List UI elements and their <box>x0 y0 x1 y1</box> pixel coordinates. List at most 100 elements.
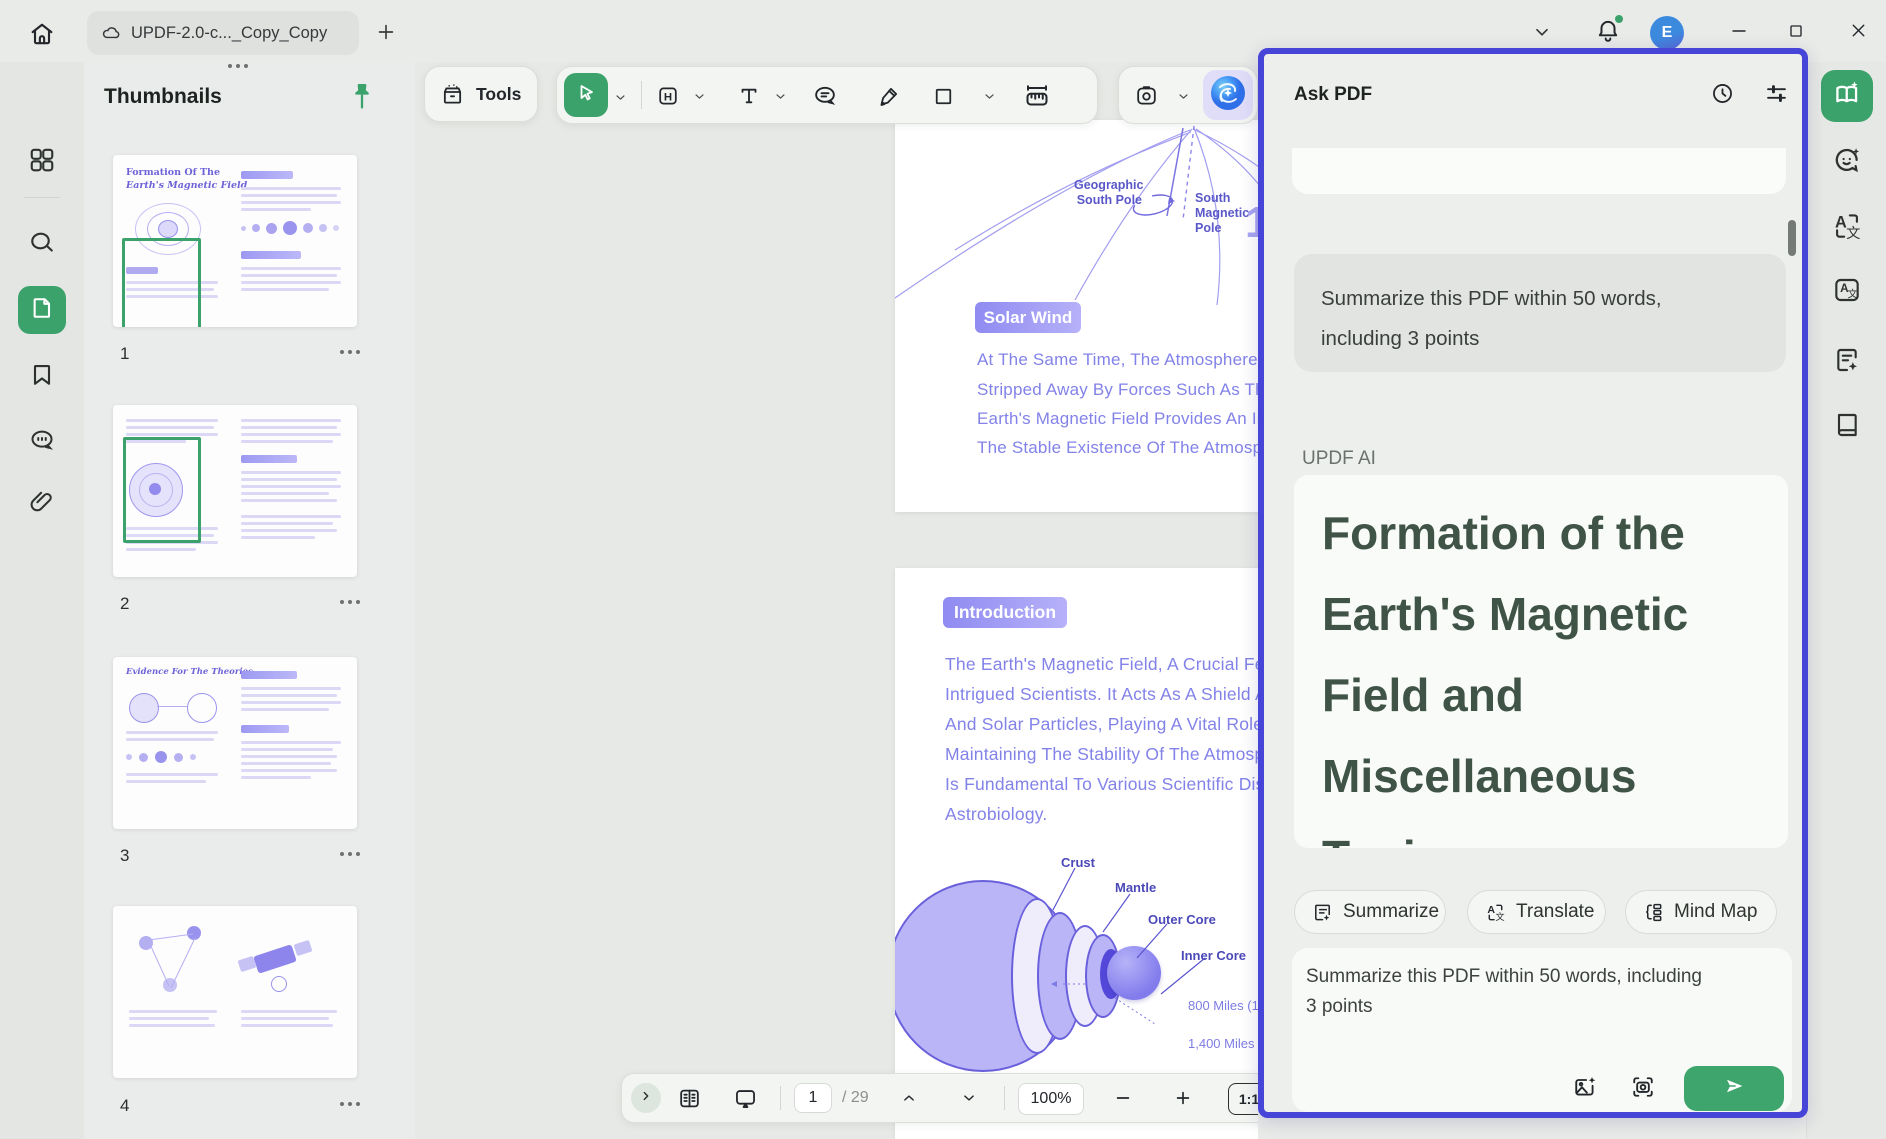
dictionary-rail-button[interactable] <box>1827 407 1867 447</box>
home-button[interactable] <box>24 18 60 54</box>
send-button[interactable] <box>1684 1066 1784 1111</box>
user-message-line: Summarize this PDF within 50 words, <box>1321 279 1786 319</box>
page1-text-line: Earth's Magnetic Field Provides An Indis… <box>977 409 1258 429</box>
new-tab-button[interactable] <box>372 20 400 48</box>
ai-response-line: Earth's Magnetic <box>1322 574 1788 655</box>
zoom-level-value[interactable]: 100% <box>1018 1083 1084 1115</box>
thumbnail-page-4[interactable] <box>113 906 357 1078</box>
bookmarks-rail-button[interactable] <box>24 359 60 395</box>
notifications-button[interactable] <box>1592 16 1624 50</box>
attachments-rail-button[interactable] <box>24 486 60 522</box>
doc-sparkle-icon <box>1831 344 1863 381</box>
ai-settings-button[interactable] <box>1760 80 1792 112</box>
pdf-page-1[interactable]: Geographic South Pole South Magnetic Pol… <box>895 120 1258 512</box>
summarize-chip-label: Summarize <box>1343 901 1439 923</box>
text-tool-button[interactable] <box>735 82 763 110</box>
translate-chip[interactable]: A 文 Translate <box>1467 890 1606 934</box>
next-page-button[interactable] <box>956 1087 982 1109</box>
attach-image-button[interactable] <box>1568 1074 1602 1104</box>
select-tool-button[interactable] <box>564 73 608 117</box>
grid-icon <box>27 145 57 180</box>
close-button[interactable] <box>1843 18 1873 48</box>
thumb3-title: Evidence For The Theories <box>126 667 253 677</box>
thumbnails-rail-button[interactable] <box>18 286 66 334</box>
screenshot-tool-button[interactable] <box>1131 81 1161 109</box>
summarize-rail-button[interactable] <box>1827 342 1867 382</box>
updf-window: UPDF-2.0-c..._Copy_Copy E <box>0 0 1886 1139</box>
select-tool-dropdown[interactable] <box>610 87 630 107</box>
ai-response-line: Field and <box>1322 655 1788 736</box>
screenshot-to-chat-button[interactable] <box>1626 1074 1660 1104</box>
shape-tool-button[interactable] <box>929 82 957 110</box>
presentation-button[interactable] <box>730 1084 760 1112</box>
comment-tool-button[interactable] <box>810 82 840 110</box>
minimize-icon <box>1728 20 1750 47</box>
zoom-in-button[interactable] <box>1170 1087 1196 1109</box>
cursor-icon <box>574 81 598 110</box>
thumbnail-page-1[interactable]: Formation Of The Earth's Magnetic Field <box>113 155 357 327</box>
search-icon <box>27 228 57 263</box>
chat-input-box[interactable]: Summarize this PDF within 50 words, incl… <box>1292 948 1792 1112</box>
comments-rail-button[interactable] <box>24 424 60 460</box>
page-navigation-bar: / 29 100% 1:1 <box>621 1073 1258 1123</box>
page-2-menu-button[interactable] <box>340 600 360 604</box>
pin-icon <box>348 80 376 117</box>
measure-tool-button[interactable] <box>1021 80 1053 112</box>
page-4-menu-button[interactable] <box>340 1102 360 1106</box>
user-message-bubble: Summarize this PDF within 50 words, incl… <box>1294 254 1786 372</box>
mind-map-chip[interactable]: Mind Map <box>1625 890 1777 934</box>
svg-text:A: A <box>1487 903 1495 915</box>
maximize-button[interactable] <box>1781 18 1811 48</box>
rail-divider <box>24 197 60 198</box>
translate-page-rail-button[interactable]: A 文 <box>1827 272 1867 312</box>
pin-panel-button[interactable] <box>346 80 378 116</box>
pen-tool-button[interactable] <box>873 82 903 110</box>
ai-assistant-button[interactable] <box>1203 70 1253 120</box>
svg-text:文: 文 <box>1496 911 1505 923</box>
paperclip-icon <box>27 487 57 522</box>
pdf-page-2[interactable]: Introduction The Earth's Magnetic Field,… <box>895 568 1258 1139</box>
page-1-menu-button[interactable] <box>340 350 360 354</box>
translate-rail-button[interactable]: A 文 <box>1827 208 1867 248</box>
bookmark-icon <box>27 360 57 395</box>
account-avatar[interactable]: E <box>1650 16 1684 50</box>
close-icon <box>1848 20 1869 46</box>
page-3-menu-button[interactable] <box>340 852 360 856</box>
minimize-button[interactable] <box>1724 18 1754 48</box>
ask-pdf-rail-button[interactable] <box>1821 70 1873 122</box>
text-tool-dropdown[interactable] <box>771 87 789 105</box>
tools-icon <box>439 81 466 108</box>
history-button[interactable] <box>1706 80 1738 112</box>
page-layout-button[interactable] <box>674 1084 704 1112</box>
thumbnails-panel: Thumbnails Formation Of The Earth's Magn… <box>84 62 416 1139</box>
thumbnails-panel-title: Thumbnails <box>104 85 222 109</box>
collapse-tabs-button[interactable] <box>1528 20 1556 48</box>
summarize-chip[interactable]: Summarize <box>1294 890 1446 934</box>
thumbnail-page-3[interactable]: Evidence For The Theories <box>113 657 357 829</box>
chat-scrollbar[interactable] <box>1788 220 1796 256</box>
shape-tool-dropdown[interactable] <box>980 87 998 105</box>
tools-button[interactable]: Tools <box>424 66 538 122</box>
tab-title: UPDF-2.0-c..._Copy_Copy <box>131 24 327 43</box>
previous-page-button[interactable] <box>896 1087 922 1109</box>
screenshot-dropdown[interactable] <box>1174 87 1192 105</box>
page-number-input[interactable] <box>794 1083 832 1113</box>
actual-size-button[interactable]: 1:1 <box>1228 1083 1258 1115</box>
panels-grid-button[interactable] <box>24 144 60 180</box>
expand-bar-button[interactable] <box>631 1083 661 1113</box>
viewport-rect-page1[interactable] <box>122 238 201 327</box>
panel-drag-handle[interactable] <box>228 64 248 68</box>
ai-chat-rail-button[interactable] <box>1827 143 1867 183</box>
svg-text:A: A <box>1835 213 1847 231</box>
thumbnail-page-2[interactable] <box>113 405 357 577</box>
document-tab[interactable]: UPDF-2.0-c..._Copy_Copy <box>87 11 359 55</box>
clock-icon <box>1709 80 1736 112</box>
heading-tool-button[interactable]: H <box>654 82 682 110</box>
heading-tool-dropdown[interactable] <box>690 87 708 105</box>
annotation-toolbar: H <box>556 66 1098 124</box>
ask-pdf-panel: Ask PDF Summarize this PDF within 50 wor… <box>1258 48 1808 1118</box>
zoom-out-button[interactable] <box>1110 1087 1136 1109</box>
search-rail-button[interactable] <box>24 227 60 263</box>
viewport-rect-page2[interactable] <box>123 437 201 543</box>
page1-text-line: At The Same Time, The Atmosphere Will Al… <box>977 350 1258 370</box>
